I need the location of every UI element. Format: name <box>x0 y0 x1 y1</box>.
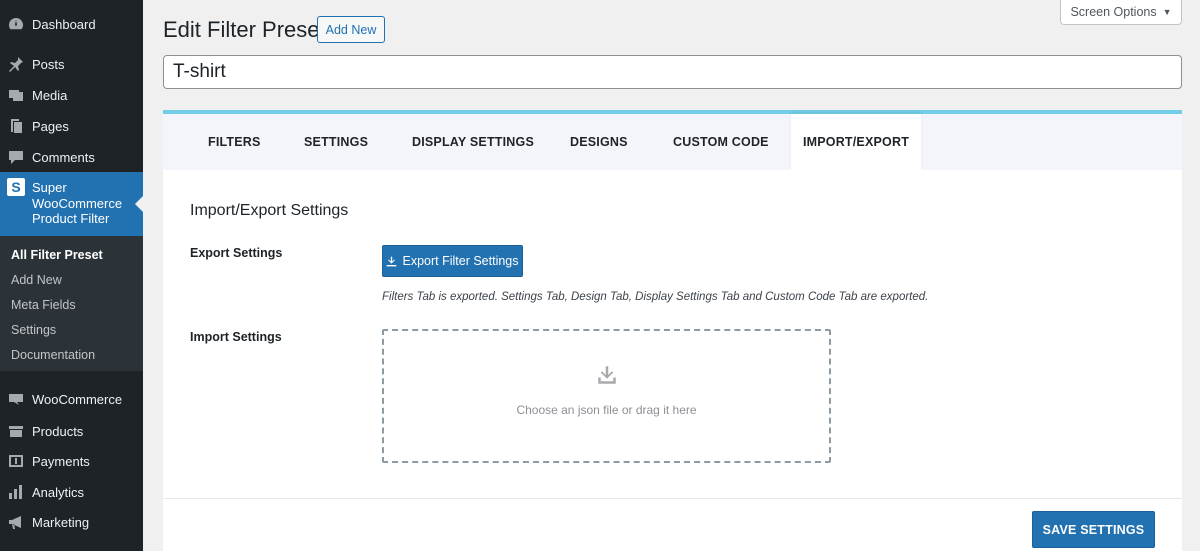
menu-label: Pages <box>32 118 69 134</box>
settings-panel: FILTERS SETTINGS DISPLAY SETTINGS DESIGN… <box>163 110 1182 551</box>
tab-display-settings[interactable]: DISPLAY SETTINGS <box>412 114 534 170</box>
menu-item-woocommerce[interactable]: WooCommerce <box>0 384 143 414</box>
menu-label: Super WooCommerce Product Filter <box>32 180 123 226</box>
menu-label: Payments <box>32 453 90 469</box>
menu-item-pages[interactable]: Pages <box>0 111 143 141</box>
export-note: Filters Tab is exported. Settings Tab, D… <box>382 291 929 303</box>
menu-item-payments[interactable]: Payments <box>0 446 143 476</box>
submenu-item-settings[interactable]: Settings <box>11 323 56 337</box>
dropzone-text: Choose an json file or drag it here <box>516 403 697 417</box>
submenu-item-add-new[interactable]: Add New <box>11 273 62 287</box>
section-title: Import/Export Settings <box>190 202 349 219</box>
tab-bar: FILTERS SETTINGS DISPLAY SETTINGS DESIGN… <box>163 114 1182 170</box>
caret-down-icon: ▼ <box>1162 7 1172 17</box>
megaphone-icon <box>8 514 24 530</box>
menu-label: Marketing <box>32 514 90 530</box>
media-icon <box>8 87 24 103</box>
divider <box>163 498 1182 499</box>
admin-sidebar: Dashboard Posts Media Pages Comments S S… <box>0 0 143 551</box>
download-icon <box>597 365 617 385</box>
menu-item-dashboard[interactable]: Dashboard <box>0 9 143 39</box>
import-dropzone[interactable]: Choose an json file or drag it here <box>382 329 831 463</box>
export-button-label: Export Filter Settings <box>402 254 519 268</box>
plugin-s-icon: S <box>7 178 25 196</box>
menu-item-comments[interactable]: Comments <box>0 142 143 172</box>
tab-custom-code[interactable]: CUSTOM CODE <box>673 114 769 170</box>
menu-item-products[interactable]: Products <box>0 416 143 446</box>
dashboard-icon <box>8 16 24 32</box>
menu-label: Media <box>32 87 68 103</box>
export-settings-label: Export Settings <box>190 246 283 260</box>
menu-label: Analytics <box>32 484 85 500</box>
menu-item-posts[interactable]: Posts <box>0 49 143 79</box>
menu-item-media[interactable]: Media <box>0 80 143 110</box>
menu-label: WooCommerce <box>32 391 123 407</box>
add-new-button[interactable]: Add New <box>317 16 385 43</box>
screen-options-label: Screen Options <box>1070 5 1157 19</box>
import-settings-label: Import Settings <box>190 330 282 344</box>
menu-label: Posts <box>32 56 65 72</box>
active-pointer <box>135 196 143 212</box>
menu-item-analytics[interactable]: Analytics <box>0 477 143 507</box>
comment-icon <box>8 149 24 165</box>
title-input[interactable]: T-shirt <box>163 55 1182 89</box>
products-icon <box>8 423 24 439</box>
submenu-item-meta-fields[interactable]: Meta Fields <box>11 298 76 312</box>
submenu: All Filter Preset Add New Meta Fields Se… <box>0 236 143 371</box>
analytics-icon <box>8 484 24 500</box>
tab-import-export[interactable]: IMPORT/EXPORT <box>791 114 921 170</box>
download-icon <box>387 256 397 266</box>
menu-item-super-woocommerce-product-filter[interactable]: S Super WooCommerce Product Filter <box>0 172 143 236</box>
menu-label: Comments <box>32 149 95 165</box>
menu-label: Products <box>32 423 84 439</box>
save-settings-button[interactable]: SAVE SETTINGS <box>1032 511 1155 548</box>
woo-icon <box>8 391 24 407</box>
tab-settings[interactable]: SETTINGS <box>304 114 368 170</box>
export-filter-settings-button[interactable]: Export Filter Settings <box>382 245 523 277</box>
screen-options-button[interactable]: Screen Options ▼ <box>1060 0 1182 25</box>
pin-icon <box>8 56 24 72</box>
submenu-item-all-filter-preset[interactable]: All Filter Preset <box>11 248 103 262</box>
payments-icon <box>8 453 24 469</box>
submenu-item-documentation[interactable]: Documentation <box>11 348 95 362</box>
menu-label: Dashboard <box>32 16 96 32</box>
pages-icon <box>8 118 24 134</box>
menu-item-marketing[interactable]: Marketing <box>0 507 143 537</box>
page-title: Edit Filter Preset <box>163 17 326 42</box>
tab-designs[interactable]: DESIGNS <box>570 114 628 170</box>
tab-filters[interactable]: FILTERS <box>208 114 261 170</box>
